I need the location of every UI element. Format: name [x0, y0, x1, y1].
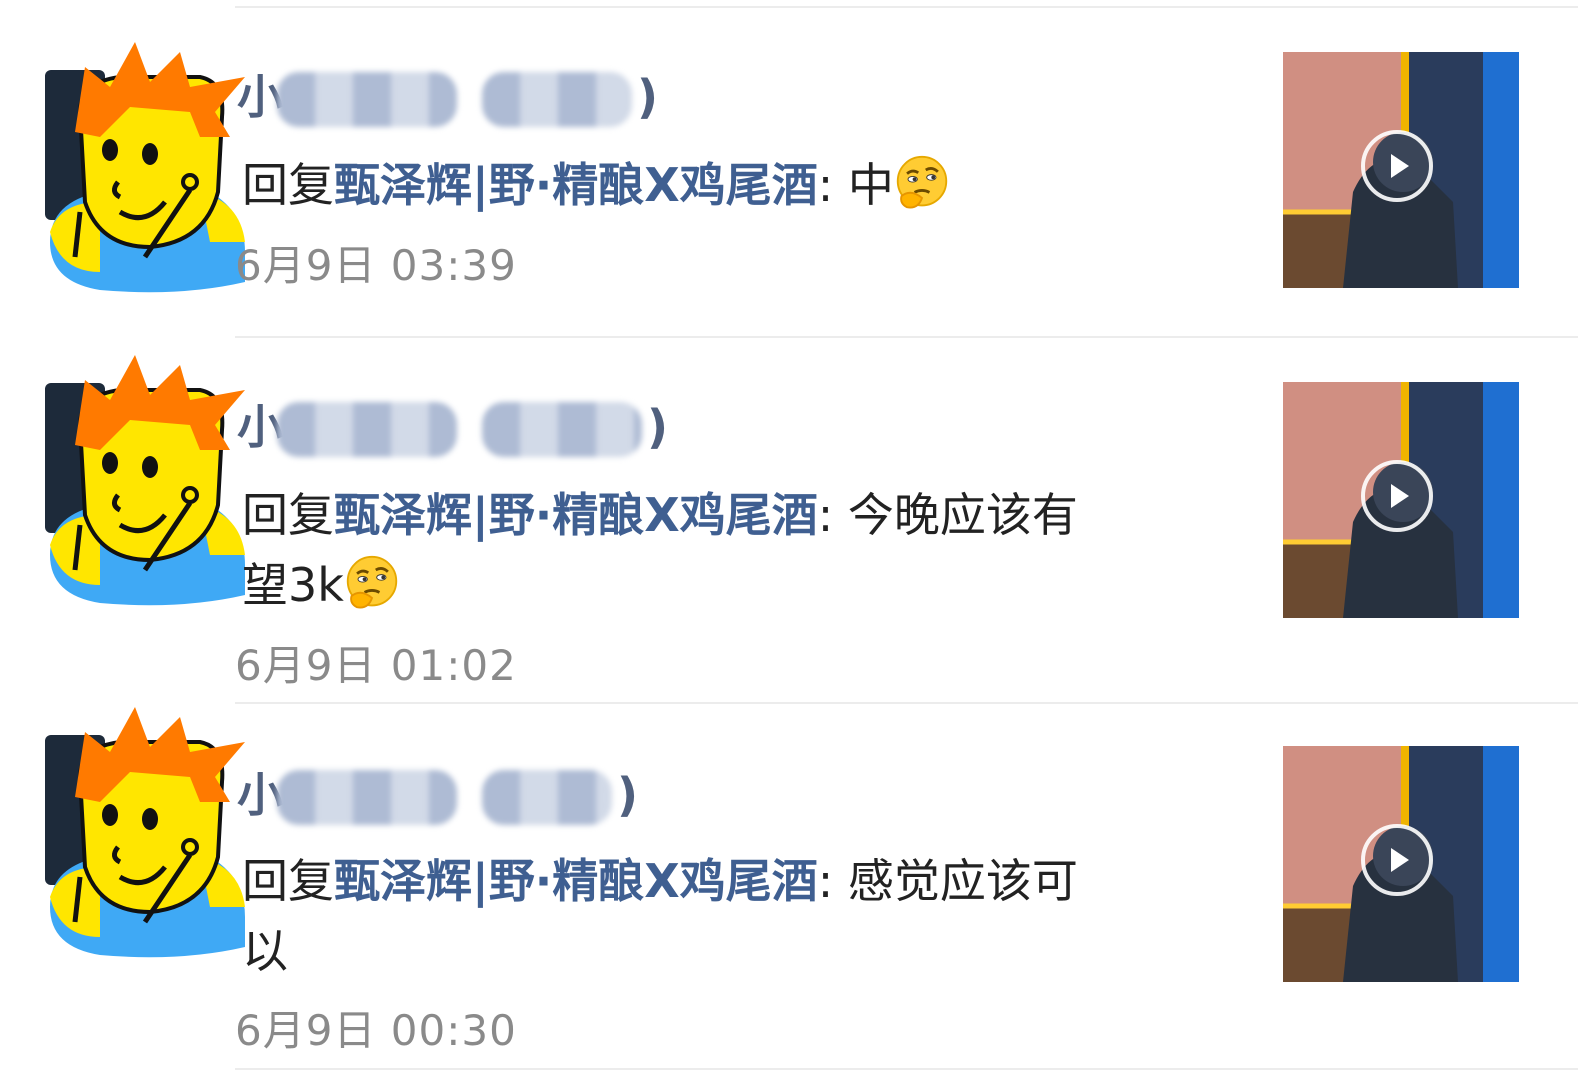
play-icon — [1391, 154, 1409, 178]
cartoon-avatar-icon[interactable] — [40, 355, 250, 610]
reply-label: 回复 — [242, 158, 334, 212]
reply-target-link[interactable]: 甄泽辉|野·精酿X鸡尾酒 — [334, 854, 818, 908]
user-name-suffix: ) — [637, 70, 659, 124]
comment-time: 6月9日 03:39 — [235, 241, 517, 290]
comment-body-continued: 以 — [242, 924, 288, 978]
user-name[interactable]: 小 ) — [237, 760, 657, 830]
video-thumbnail[interactable] — [1283, 746, 1519, 982]
play-button[interactable] — [1361, 460, 1433, 532]
blurred-name — [277, 72, 457, 127]
blurred-name — [482, 72, 632, 127]
reply-separator: : — [817, 854, 848, 908]
comment-text: 回复甄泽辉|野·精酿X鸡尾酒: 中 — [242, 150, 1242, 220]
reply-target-link[interactable]: 甄泽辉|野·精酿X鸡尾酒 — [334, 158, 818, 212]
reply-separator: : — [817, 158, 848, 212]
bottom-divider — [235, 1068, 1578, 1070]
reply-target-link[interactable]: 甄泽辉|野·精酿X鸡尾酒 — [334, 488, 818, 542]
comment-text: 回复甄泽辉|野·精酿X鸡尾酒: 感觉应该可以 — [242, 846, 1242, 986]
cartoon-avatar-icon[interactable] — [40, 707, 250, 962]
play-icon — [1391, 848, 1409, 872]
user-name-suffix: ) — [647, 400, 669, 454]
user-name-suffix: ) — [617, 768, 639, 822]
comment-time: 6月9日 01:02 — [235, 641, 517, 690]
blurred-name — [277, 770, 457, 825]
user-name[interactable]: 小 ) — [237, 392, 668, 462]
reply-label: 回复 — [242, 488, 334, 542]
thinking-emoji-icon — [346, 555, 398, 609]
comment-text: 回复甄泽辉|野·精酿X鸡尾酒: 今晚应该有望3k — [242, 480, 1242, 620]
video-thumbnail[interactable] — [1283, 52, 1519, 288]
comment-body: 今晚应该有 — [847, 488, 1078, 542]
comment-divider — [235, 336, 1578, 338]
blurred-name — [277, 402, 457, 457]
comment-time: 6月9日 00:30 — [235, 1006, 517, 1055]
blurred-name — [482, 770, 612, 825]
user-name[interactable]: 小 ) — [237, 62, 659, 132]
blurred-name — [482, 402, 642, 457]
reply-label: 回复 — [242, 854, 334, 908]
comment-body-continued: 望3k — [242, 558, 344, 612]
top-divider — [235, 6, 1578, 8]
comment-divider — [235, 702, 1578, 704]
video-thumbnail[interactable] — [1283, 382, 1519, 618]
play-button[interactable] — [1361, 130, 1433, 202]
comment-body: 感觉应该可 — [847, 854, 1078, 908]
play-button[interactable] — [1361, 824, 1433, 896]
thinking-emoji-icon — [896, 155, 948, 209]
cartoon-avatar-icon[interactable] — [40, 42, 250, 297]
comment-body: 中 — [847, 158, 894, 212]
reply-separator: : — [817, 488, 848, 542]
play-icon — [1391, 484, 1409, 508]
